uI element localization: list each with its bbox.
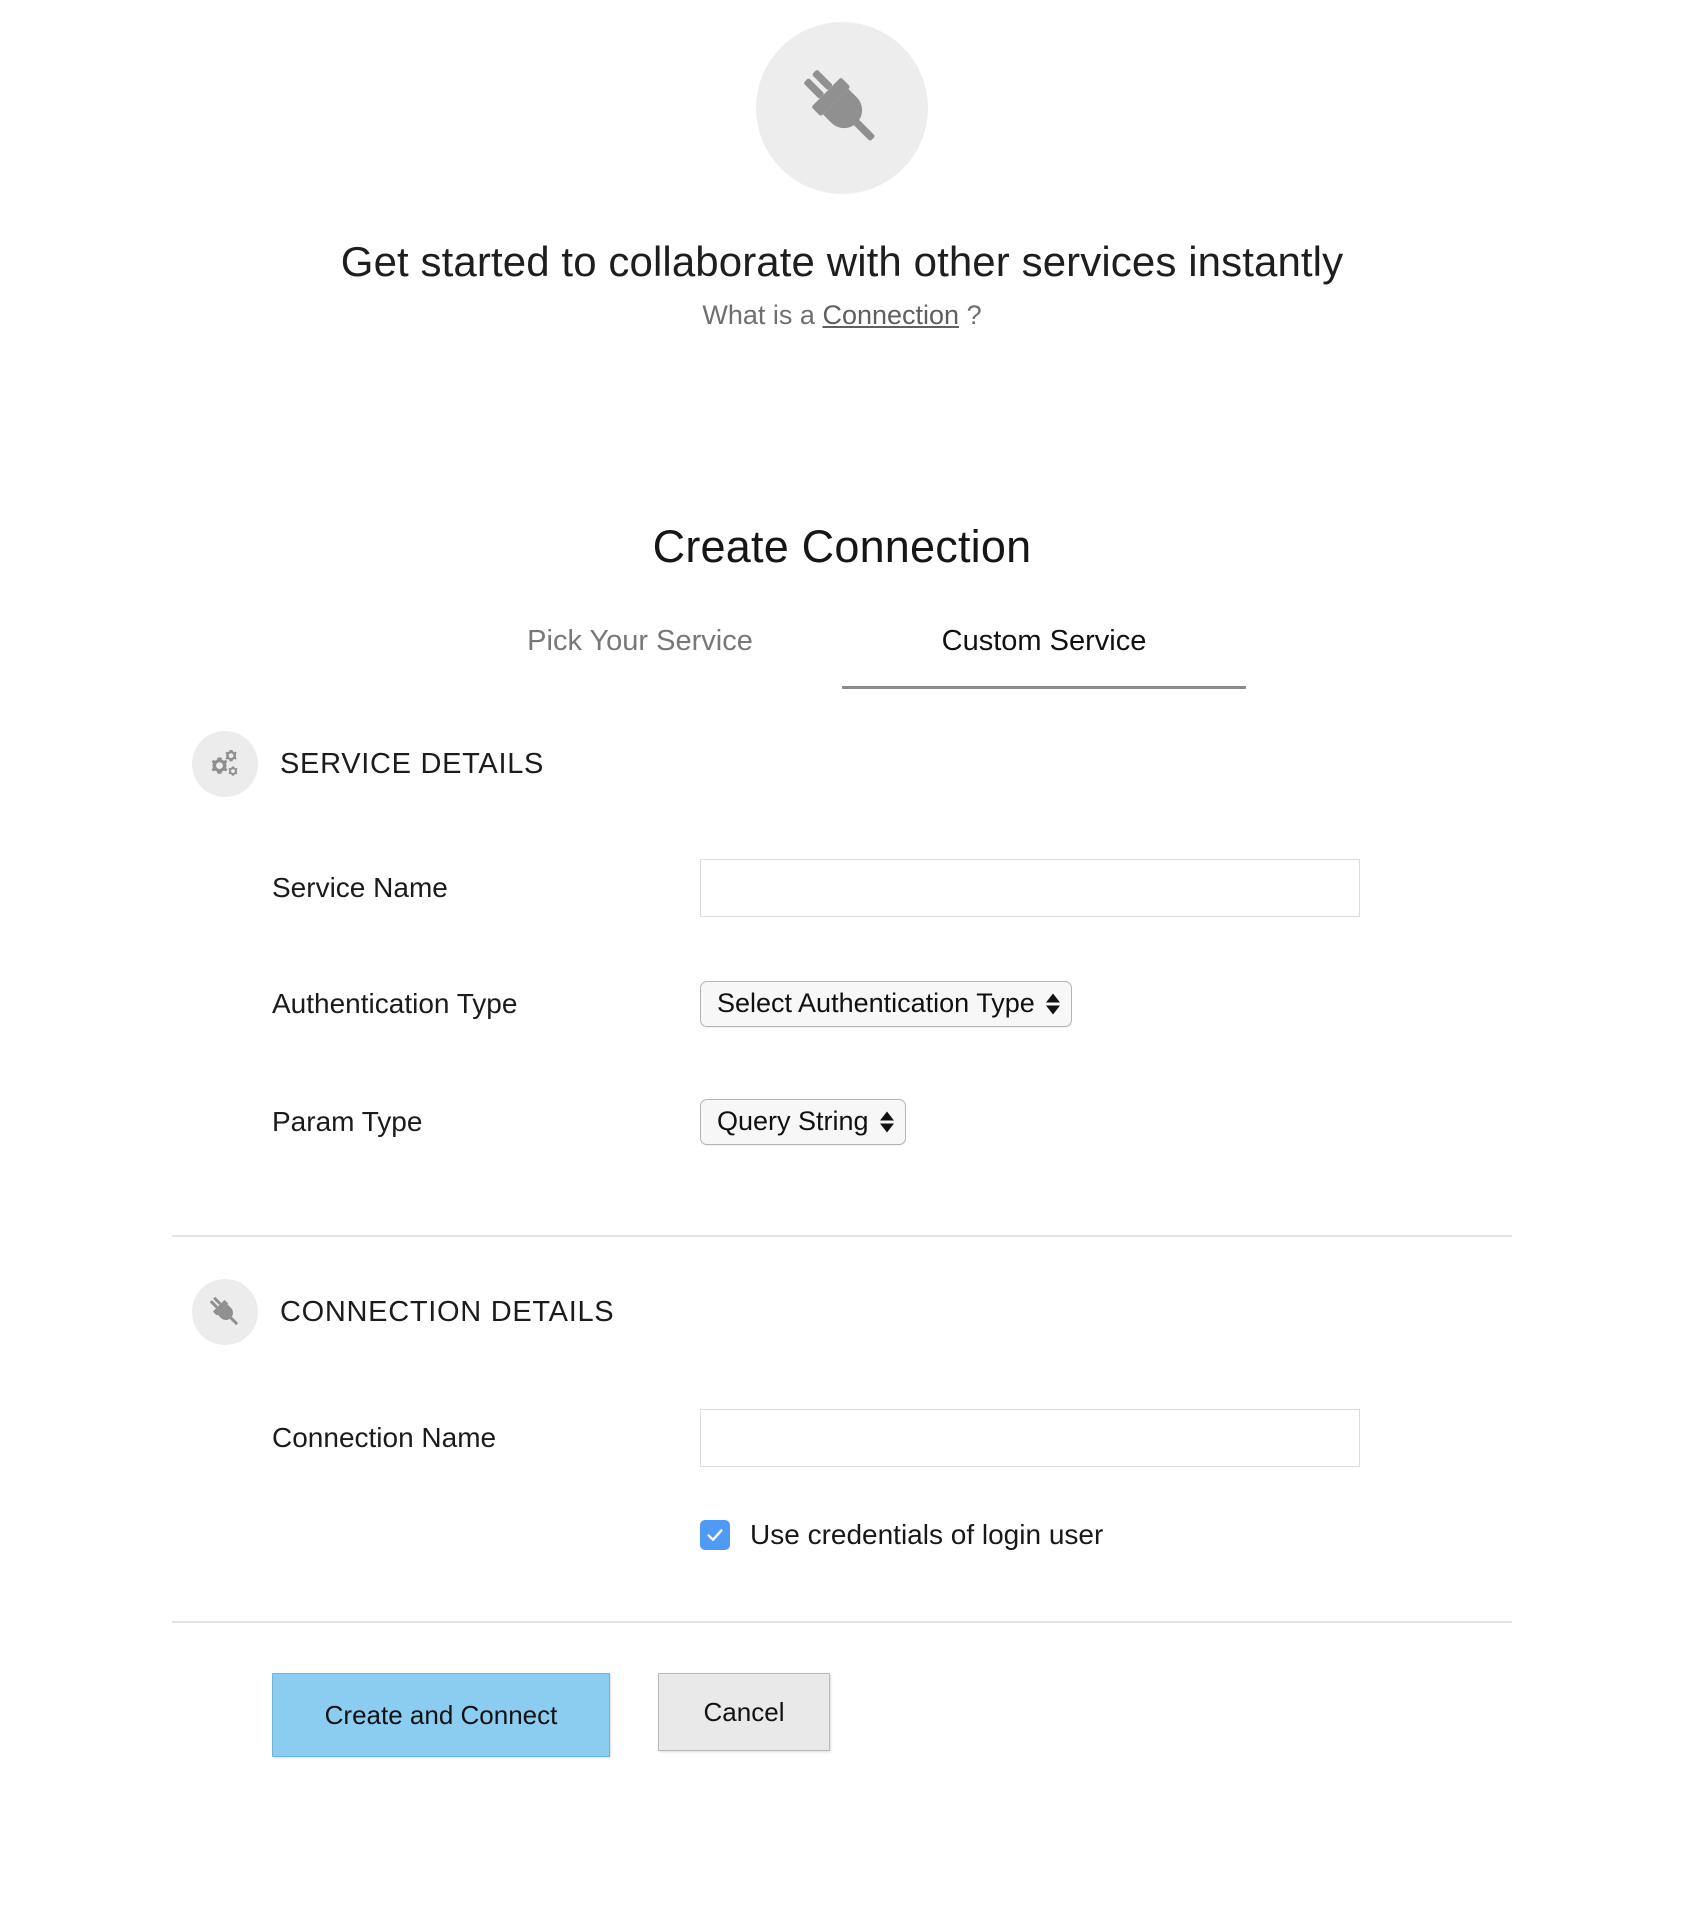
hero-subtitle: What is a Connection ? [0,300,1684,331]
field-row-connection-name: Connection Name [172,1401,1512,1475]
check-icon [704,1524,726,1546]
tab-custom-service[interactable]: Custom Service [842,625,1246,690]
service-name-label: Service Name [272,872,448,904]
select-arrows-icon [1045,993,1060,1015]
service-details-heading: SERVICE DETAILS [280,747,545,780]
plug-icon-badge [192,1279,258,1346]
connection-name-label: Connection Name [272,1422,497,1454]
connection-details-heading: CONNECTION DETAILS [280,1295,615,1328]
select-arrows-icon [879,1111,894,1133]
use-credentials-label[interactable]: Use credentials of login user [750,1519,1103,1551]
hero-subtitle-suffix: ? [959,300,982,331]
param-type-label: Param Type [272,1106,423,1138]
gears-icon-badge [192,731,258,798]
gears-icon [206,745,244,783]
authentication-type-select[interactable]: Select Authentication Type [700,981,1072,1028]
connection-details-section: CONNECTION DETAILS Connection Name Use c… [172,1237,1512,1551]
create-connection-card: Create Connection Pick Your Service Cust… [172,331,1512,1758]
param-type-select[interactable]: Query String [700,1099,906,1146]
card-title: Create Connection [652,521,1032,573]
service-details-header: SERVICE DETAILS [172,731,1512,798]
plug-icon [206,1293,244,1331]
authentication-type-selected-value: Select Authentication Type [717,987,1035,1018]
actions-divider [172,1621,1512,1624]
tab-bar: Pick Your Service Custom Service [172,625,1512,690]
action-bar: Create and Connect Cancel [172,1673,1512,1758]
page-title: Get started to collaborate with other se… [340,238,1344,285]
connection-name-input[interactable] [700,1409,1360,1468]
authentication-type-label: Authentication Type [272,988,518,1020]
use-credentials-checkbox[interactable] [700,1520,730,1551]
use-credentials-row: Use credentials of login user [172,1519,1512,1551]
tab-pick-your-service[interactable]: Pick Your Service [438,625,842,689]
plug-icon-badge [756,22,928,194]
hero-section: Get started to collaborate with other se… [0,0,1684,331]
service-details-section: SERVICE DETAILS Service Name Authenticat… [172,689,1512,1159]
field-row-service-name: Service Name [172,851,1512,925]
param-type-selected-value: Query String [717,1105,869,1136]
field-row-param-type: Param Type Query String [172,1085,1512,1159]
create-and-connect-button[interactable]: Create and Connect [272,1673,610,1758]
cancel-button[interactable]: Cancel [658,1673,830,1752]
service-name-input[interactable] [700,859,1360,918]
plug-icon [794,60,890,156]
connection-details-header: CONNECTION DETAILS [172,1279,1512,1346]
field-row-authentication-type: Authentication Type Select Authenticatio… [172,967,1512,1041]
hero-subtitle-prefix: What is a [702,300,823,331]
connection-help-link[interactable]: Connection [822,300,959,330]
